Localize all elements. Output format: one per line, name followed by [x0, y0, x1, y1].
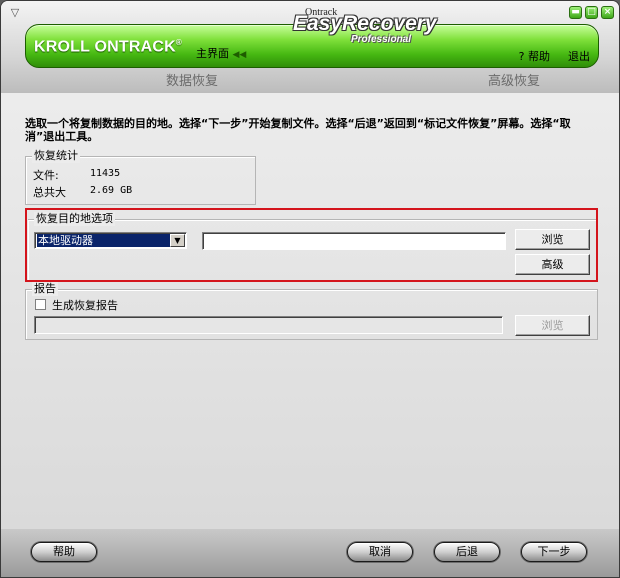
size-value: 2.69 GB: [90, 185, 133, 196]
instructions-text: 选取一个将复制数据的目的地。选择“下一步”开始复制文件。选择“后退”返回到“标记…: [25, 117, 571, 143]
brand-registered-mark: ®: [175, 38, 182, 47]
report-group-title: 报告: [32, 282, 58, 296]
close-button[interactable]: ×: [601, 6, 614, 19]
generate-report-checkbox[interactable]: [35, 299, 46, 310]
help-link[interactable]: ? 帮助: [519, 48, 550, 64]
stats-group: 恢复统计 文件: 11435 总共大 2.69 GB: [25, 149, 256, 205]
main-menu-link[interactable]: 主界面 ◀◀: [196, 45, 246, 61]
files-value: 11435: [90, 168, 121, 179]
generate-report-label: 生成恢复报告: [52, 299, 118, 312]
tab-data-recovery[interactable]: 数据恢复: [166, 70, 218, 89]
files-label: 文件:: [33, 169, 59, 182]
stats-group-title: 恢复统计: [32, 149, 80, 163]
product-logo: Ontrack EasyRecovery Professional: [293, 7, 443, 45]
brand-logo: KROLL ONTRACK®: [34, 38, 182, 56]
tab-advanced-recovery[interactable]: 高级恢复: [488, 70, 540, 89]
help-button[interactable]: 帮助: [31, 542, 97, 562]
cancel-button[interactable]: 取消: [347, 542, 413, 562]
highlight-frame: [25, 208, 598, 282]
minimize-button[interactable]: ▬: [569, 6, 582, 19]
maximize-button[interactable]: □: [585, 6, 598, 19]
system-menu-icon[interactable]: ▽: [8, 7, 22, 19]
exit-link[interactable]: 退出: [568, 48, 590, 64]
report-path-input[interactable]: [34, 316, 503, 334]
report-browse-button[interactable]: 浏览: [515, 315, 590, 336]
next-button[interactable]: 下一步: [521, 542, 587, 562]
main-window: ▽ ▬ □ × KROLL ONTRACK® 主界面 ◀◀ ? 帮助 退出 On…: [0, 0, 620, 578]
header: ▽ ▬ □ × KROLL ONTRACK® 主界面 ◀◀ ? 帮助 退出 On…: [1, 1, 619, 93]
logo-edition: Professional: [351, 34, 412, 45]
main-menu-label: 主界面: [196, 47, 229, 60]
back-button[interactable]: 后退: [434, 542, 500, 562]
double-arrow-left-icon: ◀◀: [232, 50, 247, 60]
logo-product: EasyRecovery: [293, 12, 437, 35]
footer-bar: 帮助 取消 后退 下一步: [1, 529, 619, 577]
brand-text: KROLL ONTRACK: [34, 38, 176, 56]
window-controls: ▬ □ ×: [569, 6, 614, 19]
size-label: 总共大: [33, 186, 66, 199]
